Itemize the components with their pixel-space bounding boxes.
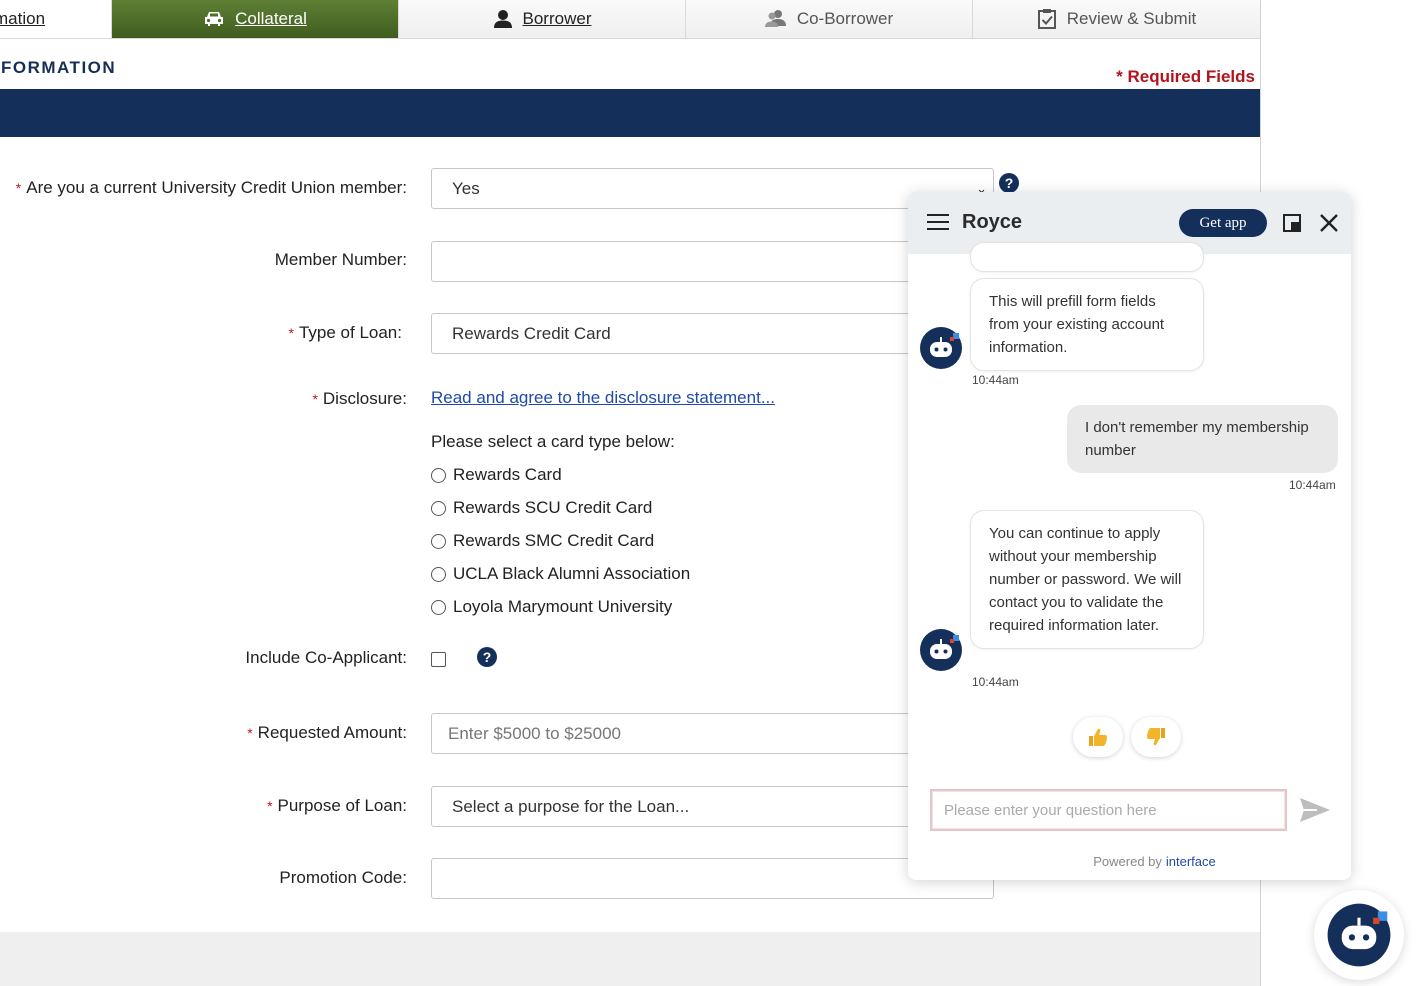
menu-icon[interactable] — [927, 214, 949, 230]
send-icon[interactable] — [1299, 796, 1331, 824]
chat-message-input[interactable]: Please enter your question here — [930, 789, 1287, 831]
card-option[interactable]: Rewards Card — [431, 465, 562, 485]
co-applicant-checkbox[interactable] — [431, 652, 446, 667]
chat-bubble-user: I don't remember my membership number — [1067, 405, 1338, 473]
required-fields-note: * Required Fields — [1116, 67, 1255, 86]
tab-co-borrower[interactable]: Co-Borrower — [686, 0, 973, 38]
radio-button[interactable] — [431, 500, 446, 516]
bot-avatar-icon — [920, 629, 962, 671]
tab-information-label: mation — [0, 9, 46, 28]
tab-collateral-label: Collateral — [235, 9, 307, 28]
tab-co-borrower-label: Co-Borrower — [796, 9, 894, 28]
card-option[interactable]: Loyola Marymount University — [431, 597, 672, 617]
bot-avatar-icon — [920, 327, 962, 369]
card-type-prompt: Please select a card type below: — [431, 432, 675, 451]
brand-link[interactable]: interface — [1166, 854, 1216, 869]
bot-avatar-icon — [1327, 903, 1391, 967]
loan-purpose-label: * Purpose of Loan: — [267, 796, 407, 815]
disclosure-label: * Disclosure: — [312, 389, 407, 408]
section-title: FORMATION — [1, 58, 117, 77]
loan-type-label: * Type of Loan: — [288, 323, 402, 342]
powered-by: Powered by interface — [1093, 854, 1216, 869]
member-select-value: Yes — [452, 178, 480, 198]
card-option[interactable]: Rewards SMC Credit Card — [431, 531, 654, 551]
disclosure-link[interactable]: Read and agree to the disclosure stateme… — [431, 388, 775, 408]
chat-bubble-bot: You can continue to apply without your m… — [970, 510, 1204, 649]
chat-widget: Royce Get app This will prefill form fie… — [908, 192, 1351, 880]
popout-icon[interactable] — [1283, 214, 1301, 232]
chat-launcher-button[interactable] — [1314, 890, 1404, 980]
radio-button[interactable] — [431, 533, 446, 549]
thumbs-down-icon[interactable] — [1131, 717, 1181, 757]
card-option[interactable]: UCLA Black Alumni Association — [431, 564, 690, 584]
promotion-code-label: Promotion Code: — [279, 868, 407, 887]
tab-review-submit[interactable]: Review & Submit — [973, 0, 1260, 38]
message-timestamp: 10:44am — [972, 373, 1019, 387]
section-header-bar — [0, 89, 1260, 137]
tab-collateral[interactable]: Collateral — [112, 0, 399, 38]
radio-button[interactable] — [431, 566, 446, 582]
radio-button[interactable] — [431, 599, 446, 615]
step-tabs: mation Collateral Borrower Co-Borrower R… — [0, 0, 1261, 39]
page-footer — [0, 932, 1260, 986]
tab-information[interactable]: mation — [0, 0, 112, 38]
message-timestamp: 10:44am — [972, 675, 1019, 689]
message-timestamp: 10:44am — [1289, 478, 1336, 492]
member-question-label: * Are you a current University Credit Uni… — [15, 178, 407, 197]
member-number-label: Member Number: — [274, 250, 407, 269]
tab-borrower-label: Borrower — [522, 9, 592, 28]
close-icon[interactable] — [1318, 212, 1340, 234]
help-icon[interactable]: ? — [999, 173, 1019, 193]
tab-review-label: Review & Submit — [1066, 9, 1197, 28]
chat-bubble-partial — [970, 242, 1204, 272]
co-borrower-icon — [764, 9, 787, 29]
card-option[interactable]: Rewards SCU Credit Card — [431, 498, 652, 518]
help-icon[interactable]: ? — [477, 647, 497, 667]
get-app-button[interactable]: Get app — [1179, 209, 1267, 237]
car-icon — [203, 10, 225, 28]
requested-amount-label: * Requested Amount: — [247, 723, 407, 742]
checklist-icon — [1037, 8, 1057, 30]
loan-type-value: Rewards Credit Card — [452, 323, 611, 343]
co-applicant-label: Include Co-Applicant: — [245, 648, 407, 667]
thumbs-up-icon[interactable] — [1073, 717, 1123, 757]
chat-bubble-bot: This will prefill form fields from your … — [970, 278, 1204, 371]
chat-title: Royce — [962, 211, 1023, 233]
tab-borrower[interactable]: Borrower — [399, 0, 686, 38]
radio-button[interactable] — [431, 467, 446, 483]
person-icon — [493, 9, 513, 29]
